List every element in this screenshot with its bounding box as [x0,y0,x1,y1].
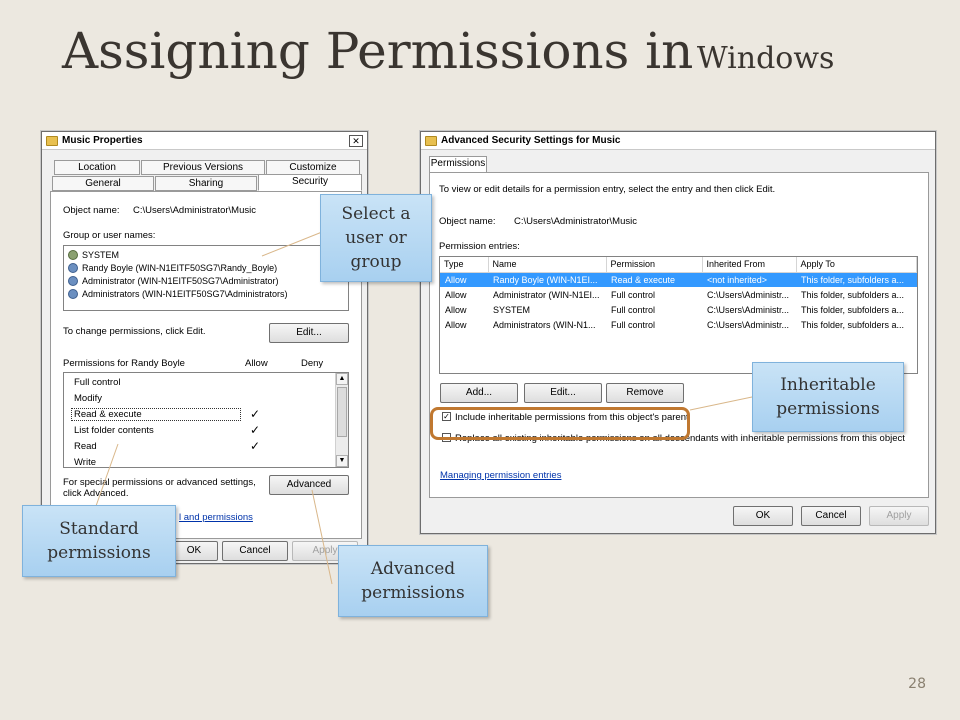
callout-inheritable: Inheritable permissions [752,362,904,432]
callout-standard: Standard permissions [22,505,176,577]
callout-advanced: Advanced permissions [338,545,488,617]
page-number: 28 [908,676,926,692]
callout-select-user: Select a user or group [320,194,432,282]
